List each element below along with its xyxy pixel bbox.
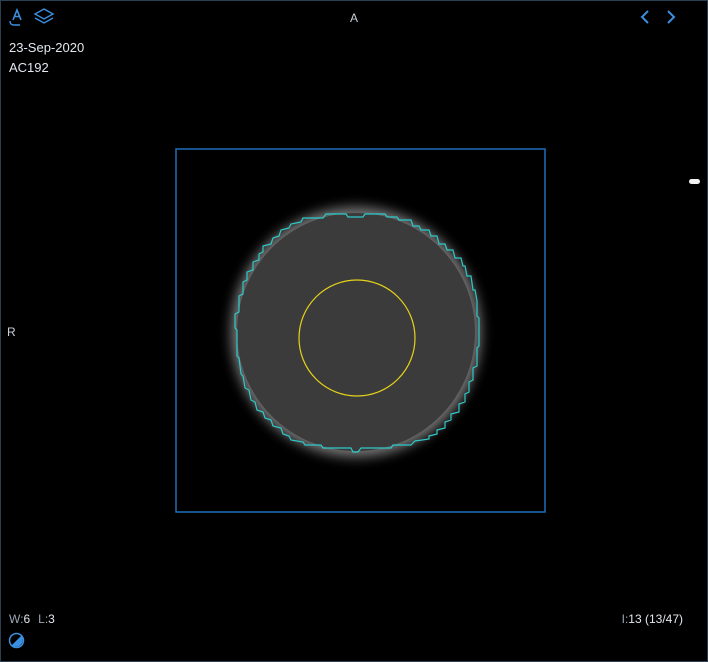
window-level-info: W:6 L:3 bbox=[9, 612, 55, 626]
chevron-left-icon[interactable] bbox=[637, 7, 653, 27]
window-width: W:6 bbox=[9, 612, 30, 626]
image-index-value: 13 (13/47) bbox=[628, 612, 683, 626]
sample-disk bbox=[237, 213, 475, 451]
image-viewport[interactable]: A R 23-Sep-2020 AC192 W:6 L:3 I:13 (13/4… bbox=[0, 0, 708, 662]
orientation-top-label: A bbox=[349, 11, 358, 25]
contrast-icon[interactable] bbox=[8, 632, 25, 649]
slice-scrollbar-thumb[interactable] bbox=[689, 179, 700, 184]
window-level-label: L: bbox=[38, 612, 49, 626]
window-level-value: 3 bbox=[48, 612, 55, 626]
window-width-value: 6 bbox=[23, 612, 31, 626]
study-date: 23-Sep-2020 bbox=[9, 40, 85, 55]
window-width-label: W: bbox=[9, 612, 24, 626]
window-level: L:3 bbox=[38, 612, 55, 626]
medical-image[interactable] bbox=[1, 1, 707, 661]
study-id: AC192 bbox=[9, 60, 49, 75]
chevron-right-icon[interactable] bbox=[663, 7, 679, 27]
orientation-left-label: R bbox=[7, 325, 16, 339]
image-index-info: I:13 (13/47) bbox=[622, 612, 683, 626]
study-info: 23-Sep-2020 AC192 bbox=[9, 38, 84, 78]
